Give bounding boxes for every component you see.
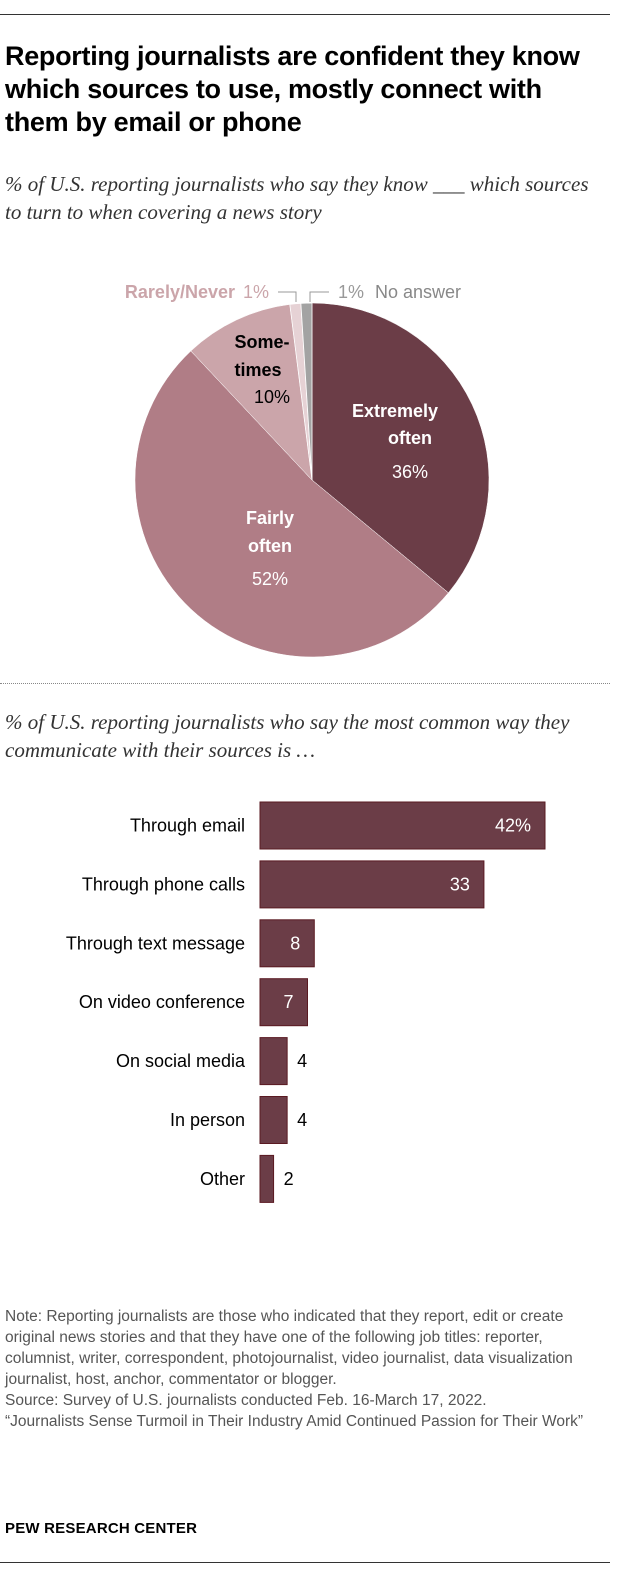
- pie-label-extremely-often: often: [388, 428, 432, 448]
- brand-logo-text: PEW RESEARCH CENTER: [5, 1520, 198, 1537]
- bar-category-label: Through phone calls: [82, 874, 245, 894]
- bar-value-label: 4: [297, 1051, 307, 1071]
- leader-line: [278, 291, 297, 302]
- pie-label-extremely-often: Extremely: [352, 401, 438, 421]
- bar: [259, 1096, 288, 1144]
- pie-value-no-answer: 1%: [338, 282, 364, 302]
- bar-category-label: Through email: [130, 816, 245, 836]
- notes: Note: Reporting journalists are those wh…: [5, 1306, 610, 1432]
- pie-value-rarely-never: 1%: [243, 282, 269, 302]
- bar-category-label: On video conference: [79, 992, 245, 1012]
- bottom-rule: [0, 1562, 610, 1563]
- pie-label-sometimes: times: [234, 360, 281, 380]
- bar: [259, 1037, 288, 1086]
- bar-category-label: Through text message: [66, 933, 245, 953]
- bar: [259, 919, 315, 968]
- bar-value-label: 33: [450, 874, 470, 894]
- pie-value-extremely-often: 36%: [392, 462, 428, 482]
- pie-value-fairly-often: 52%: [252, 569, 288, 589]
- note-text: Note: Reporting journalists are those wh…: [5, 1308, 573, 1388]
- bar: [259, 1154, 275, 1203]
- bar-category-label: In person: [170, 1110, 245, 1130]
- bar-value-label: 4: [297, 1110, 307, 1130]
- pie-label-fairly-often: Fairly: [246, 508, 294, 528]
- pie-label-no-answer: No answer: [375, 282, 461, 302]
- report-text: “Journalists Sense Turmoil in Their Indu…: [5, 1413, 584, 1430]
- chart-svg: Extremely often 36% Fairly often 52% Some-time…: [66, 282, 546, 1203]
- bar-category-label: On social media: [116, 1051, 246, 1071]
- bar-value-label: 8: [290, 933, 300, 953]
- source-text: Source: Survey of U.S. journalists condu…: [5, 1392, 487, 1409]
- bar-value-label: 7: [283, 992, 293, 1012]
- bar-value-label: 2: [284, 1169, 294, 1189]
- pie-label-sometimes: Some-: [234, 332, 289, 352]
- bar-value-label: 42%: [495, 816, 531, 836]
- leader-line: [309, 291, 329, 302]
- pie-label-fairly-often: often: [248, 536, 292, 556]
- pie-label-rarely-never: Rarely/Never: [125, 282, 235, 302]
- pie-value-sometimes: 10%: [254, 387, 290, 407]
- bar-category-label: Other: [200, 1169, 245, 1189]
- chart-page: Reporting journalists are confident they…: [0, 0, 620, 1578]
